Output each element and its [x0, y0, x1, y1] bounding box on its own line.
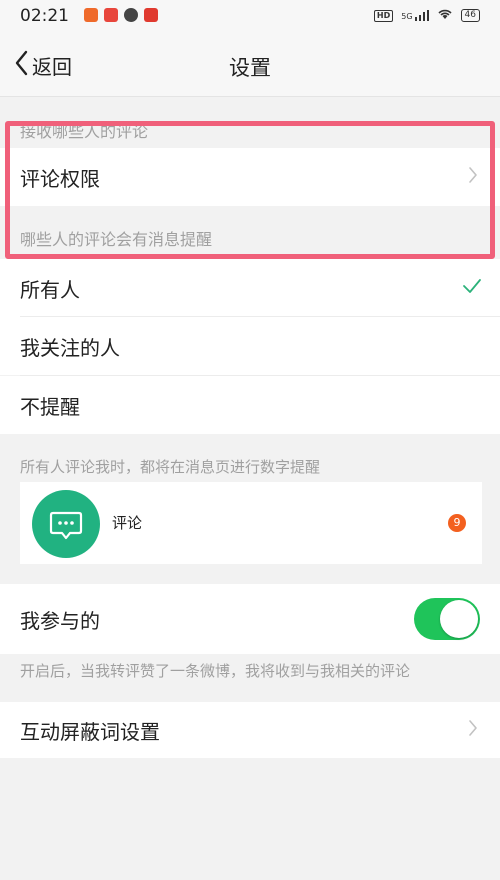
option-no-notify[interactable]: 不提醒 — [0, 376, 500, 434]
wifi-icon — [437, 8, 453, 23]
notification-app-icon — [144, 8, 158, 22]
blocked-words-label: 互动屏蔽词设置 — [20, 719, 160, 744]
section-header-receive: 接收哪些人的评论 — [20, 122, 149, 141]
option-everyone[interactable]: 所有人 — [0, 259, 500, 317]
comment-permission-label: 评论权限 — [20, 166, 100, 191]
notification-app-icon — [104, 8, 118, 22]
status-time: 02:21 — [20, 6, 69, 26]
notification-app-icon — [84, 8, 98, 22]
toggle-knob — [440, 600, 478, 638]
preview-label: 评论 — [112, 514, 143, 532]
chevron-right-icon — [468, 719, 478, 741]
battery-icon: 46 — [460, 9, 480, 22]
unread-count-badge: 9 — [448, 514, 466, 532]
option-following[interactable]: 我关注的人 — [0, 317, 500, 375]
comment-permission-row[interactable]: 评论权限 — [0, 148, 500, 206]
signal-icon: 5G — [401, 10, 429, 21]
participated-toggle[interactable] — [414, 598, 480, 640]
comment-bubble-icon — [32, 490, 100, 558]
nav-bar: 返回 设置 — [0, 32, 500, 97]
participated-label: 我参与的 — [20, 608, 100, 633]
network-type: 5G — [401, 12, 413, 21]
chevron-right-icon — [468, 166, 478, 188]
blocked-words-row[interactable]: 互动屏蔽词设置 — [0, 702, 500, 758]
page-title: 设置 — [229, 56, 271, 80]
section-header-notify: 哪些人的评论会有消息提醒 — [20, 230, 213, 249]
status-icons: HD 5G 46 — [373, 8, 480, 23]
option-no-notify-label: 不提醒 — [20, 394, 80, 419]
participated-hint-text: 开启后，当我转评赞了一条微博，我将收到与我相关的评论 — [20, 662, 411, 680]
option-everyone-label: 所有人 — [20, 277, 80, 302]
status-bar: 02:21 HD 5G 46 — [0, 0, 500, 32]
checkmark-icon — [462, 278, 482, 298]
notification-app-icon — [124, 8, 138, 22]
notify-hint-text: 所有人评论我时，都将在消息页进行数字提醒 — [20, 458, 321, 476]
hd-icon: HD — [373, 9, 394, 22]
option-following-label: 我关注的人 — [20, 335, 120, 360]
notification-preview-card: 评论 9 — [20, 482, 482, 564]
